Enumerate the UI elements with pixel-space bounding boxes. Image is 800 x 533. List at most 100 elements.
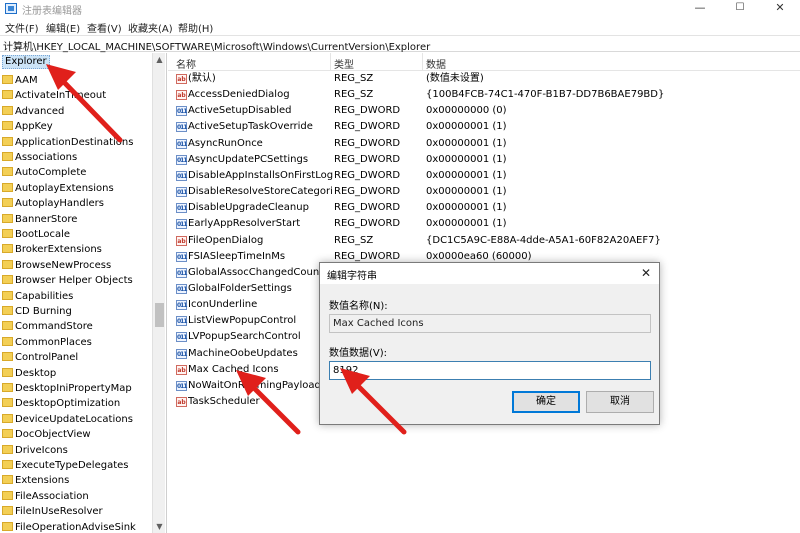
value-row[interactable]: 011 DisableResolveStoreCategori... REG_DWO… xyxy=(168,184,800,200)
tree-key-label: FileInUseResolver xyxy=(15,506,103,518)
binary-value-icon: 011 xyxy=(176,138,188,149)
menu-help[interactable]: 帮助(H) xyxy=(178,20,213,35)
tree-key-label: ApplicationDestinations xyxy=(15,136,134,148)
close-button[interactable]: ✕ xyxy=(760,0,800,17)
string-value-icon: ab xyxy=(176,90,187,101)
value-data-cell: 0x00000001 (1) xyxy=(426,218,507,230)
tree-key-item[interactable]: DocObjectView xyxy=(2,427,152,442)
address-path[interactable]: 计算机\HKEY_LOCAL_MACHINE\SOFTWARE\Microsof… xyxy=(3,38,430,53)
folder-icon xyxy=(2,398,13,408)
binary-value-icon: 011 xyxy=(176,348,188,359)
binary-value-icon: 011 xyxy=(176,332,188,343)
tree-key-item[interactable]: DriveIcons xyxy=(2,443,152,458)
folder-icon xyxy=(2,475,13,485)
tree-key-label: FileOperationAdviseSink xyxy=(15,521,136,533)
tree-key-item[interactable]: ApplicationDestinations xyxy=(2,135,152,150)
tree-key-item[interactable]: AutoplayHandlers xyxy=(2,196,152,211)
tree-key-item[interactable]: ExecuteTypeDelegates xyxy=(2,458,152,473)
tree-key-item[interactable]: AAM xyxy=(2,73,152,88)
folder-icon xyxy=(2,367,13,377)
column-divider[interactable] xyxy=(422,53,423,71)
tree-key-label: AppKey xyxy=(15,121,53,133)
dialog-close-icon[interactable]: ✕ xyxy=(641,266,651,280)
binary-value-icon: 011 xyxy=(176,187,188,198)
tree-key-label: BrowseNewProcess xyxy=(15,259,112,271)
tree-key-item[interactable]: Capabilities xyxy=(2,289,152,304)
tree-key-item[interactable]: Advanced xyxy=(2,104,152,119)
column-header-name[interactable]: 名称 xyxy=(176,56,196,71)
string-value-icon: ab xyxy=(176,364,187,375)
tree-key-label: ExecuteTypeDelegates xyxy=(15,460,129,471)
value-data-cell: (数值未设置) xyxy=(426,73,484,84)
value-data-input[interactable] xyxy=(329,361,651,380)
tree-key-item[interactable]: ActivateInTimeout xyxy=(2,88,152,103)
cancel-button[interactable]: 取消 xyxy=(586,391,654,413)
tree-key-item[interactable]: Browser Helper Objects xyxy=(2,273,152,288)
address-bar[interactable]: 计算机\HKEY_LOCAL_MACHINE\SOFTWARE\Microsof… xyxy=(0,35,800,53)
tree-key-item[interactable]: Extensions xyxy=(2,473,152,488)
scroll-up-arrow-icon[interactable]: ▲ xyxy=(153,53,166,66)
tree-key-item[interactable]: BootLocale xyxy=(2,227,152,242)
tree-key-item[interactable]: FileAssociation xyxy=(2,489,152,504)
value-row[interactable]: 011 ActiveSetupDisabled REG_DWORD 0x0000000… xyxy=(168,103,800,119)
menu-view[interactable]: 查看(V) xyxy=(87,20,122,35)
tree-key-item[interactable]: FileOperationAdviseSink xyxy=(2,520,152,533)
tree-key-item[interactable]: DesktopOptimization xyxy=(2,396,152,411)
folder-icon xyxy=(2,383,13,392)
value-name-cell: FSIASleepTimeInMs xyxy=(188,250,286,262)
tree-key-item[interactable]: BannerStore xyxy=(2,212,152,227)
menu-favorites[interactable]: 收藏夹(A) xyxy=(128,20,173,35)
tree-key-item[interactable]: DeviceUpdateLocations xyxy=(2,412,152,427)
column-header-type[interactable]: 类型 xyxy=(334,56,354,71)
column-header-data[interactable]: 数据 xyxy=(426,56,446,71)
value-row[interactable]: 011 AsyncRunOnce REG_DWORD 0x00000001 (1) xyxy=(168,136,800,152)
tree-key-item[interactable]: Associations xyxy=(2,150,152,165)
value-name-cell: GlobalFolderSettings xyxy=(188,282,292,294)
tree-key-item[interactable]: ControlPanel xyxy=(2,350,152,365)
tree-key-item[interactable]: Desktop xyxy=(2,366,152,381)
string-value-icon: ab xyxy=(176,74,187,84)
binary-value-icon: 011 xyxy=(176,251,188,262)
scroll-thumb[interactable] xyxy=(155,303,164,327)
value-name-label: 数值名称(N): xyxy=(329,301,388,312)
value-type-cell: REG_DWORD xyxy=(334,186,401,198)
value-name-cell: AsyncRunOnce xyxy=(188,137,263,149)
tree-selected-key[interactable]: Explorer xyxy=(2,55,50,69)
value-row[interactable]: 011 AsyncUpdatePCSettings REG_DWORD 0x00000… xyxy=(168,152,800,168)
ok-button[interactable]: 确定 xyxy=(512,391,580,413)
minimize-button[interactable]: — xyxy=(680,0,720,17)
value-row[interactable]: ab (默认) REG_SZ (数值未设置) xyxy=(168,71,800,87)
column-divider[interactable] xyxy=(330,53,331,71)
value-data-cell: 0x00000000 (0) xyxy=(426,105,507,117)
tree-key-item[interactable]: DesktopIniPropertyMap xyxy=(2,381,152,396)
menu-edit[interactable]: 编辑(E) xyxy=(46,20,80,35)
tree-key-label: CommonPlaces xyxy=(15,336,92,348)
value-row[interactable]: 011 DisableAppInstallsOnFirstLog... REG_DW… xyxy=(168,168,800,184)
folder-icon xyxy=(2,444,13,454)
tree-key-item[interactable]: AutoComplete xyxy=(2,165,152,180)
value-row[interactable]: ab AccessDeniedDialog REG_SZ {100B4FCB-74C1… xyxy=(168,87,800,103)
tree-key-item[interactable]: CD Burning xyxy=(2,304,152,319)
tree-key-item[interactable]: BrowseNewProcess xyxy=(2,258,152,273)
tree-key-item[interactable]: CommonPlaces xyxy=(2,335,152,350)
tree-key-item[interactable]: BrokerExtensions xyxy=(2,242,152,257)
scroll-down-arrow-icon[interactable]: ▼ xyxy=(153,520,166,533)
value-name-field: Max Cached Icons xyxy=(329,314,651,333)
folder-icon xyxy=(2,321,13,331)
value-data-cell: 0x00000001 (1) xyxy=(426,202,507,214)
value-row[interactable]: 011 EarlyAppResolverStart REG_DWORD 0x00000… xyxy=(168,216,800,232)
value-row[interactable]: 011 ActiveSetupTaskOverride REG_DWORD 0x000… xyxy=(168,119,800,135)
menu-file[interactable]: 文件(F) xyxy=(5,20,39,35)
tree-scrollbar[interactable]: ▲ ▼ xyxy=(152,53,165,533)
folder-icon xyxy=(2,198,13,208)
tree-key-item[interactable]: FileInUseResolver xyxy=(2,504,152,519)
value-type-cell: REG_DWORD xyxy=(334,105,401,117)
tree-key-item[interactable]: AppKey xyxy=(2,119,152,134)
value-row[interactable]: ab FileOpenDialog REG_SZ {DC1C5A9C-E88A-4dd… xyxy=(168,233,800,249)
binary-value-icon: 011 xyxy=(176,283,188,294)
tree-key-item[interactable]: CommandStore xyxy=(2,319,152,334)
folder-icon xyxy=(2,259,13,269)
value-row[interactable]: 011 DisableUpgradeCleanup REG_DWORD 0x00000… xyxy=(168,200,800,216)
maximize-button[interactable]: ☐ xyxy=(720,0,760,17)
tree-key-item[interactable]: AutoplayExtensions xyxy=(2,181,152,196)
